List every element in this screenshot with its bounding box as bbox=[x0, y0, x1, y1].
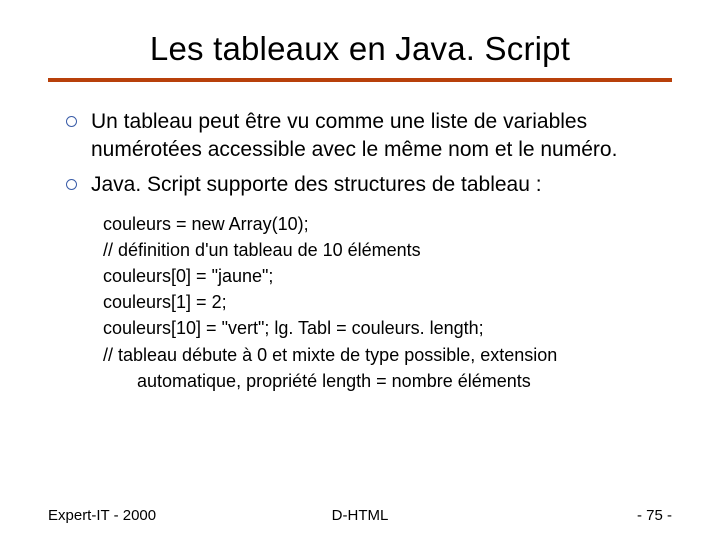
footer-page-number: - 75 - bbox=[637, 507, 672, 524]
code-line: // définition d'un tableau de 10 élément… bbox=[103, 237, 672, 263]
slide-title: Les tableaux en Java. Script bbox=[48, 30, 672, 68]
list-item: Java. Script supporte des structures de … bbox=[66, 171, 672, 199]
code-line: couleurs = new Array(10); bbox=[103, 211, 672, 237]
slide: Les tableaux en Java. Script Un tableau … bbox=[0, 0, 720, 540]
bullet-text: Java. Script supporte des structures de … bbox=[91, 171, 542, 199]
title-divider bbox=[48, 78, 672, 82]
code-line: couleurs[10] = "vert"; lg. Tabl = couleu… bbox=[103, 315, 672, 341]
circle-bullet-icon bbox=[66, 116, 77, 127]
code-line: automatique, propriété length = nombre é… bbox=[103, 368, 672, 394]
code-line: couleurs[0] = "jaune"; bbox=[103, 263, 672, 289]
footer-center: D-HTML bbox=[332, 507, 389, 524]
bullet-text: Un tableau peut être vu comme une liste … bbox=[91, 108, 672, 165]
code-line: // tableau débute à 0 et mixte de type p… bbox=[103, 342, 672, 368]
circle-bullet-icon bbox=[66, 179, 77, 190]
list-item: Un tableau peut être vu comme une liste … bbox=[66, 108, 672, 165]
code-line: couleurs[1] = 2; bbox=[103, 289, 672, 315]
footer-left: Expert-IT - 2000 bbox=[48, 507, 156, 524]
code-example: couleurs = new Array(10); // définition … bbox=[103, 211, 672, 394]
slide-footer: Expert-IT - 2000 D-HTML - 75 - bbox=[48, 507, 672, 524]
bullet-list: Un tableau peut être vu comme une liste … bbox=[48, 108, 672, 199]
